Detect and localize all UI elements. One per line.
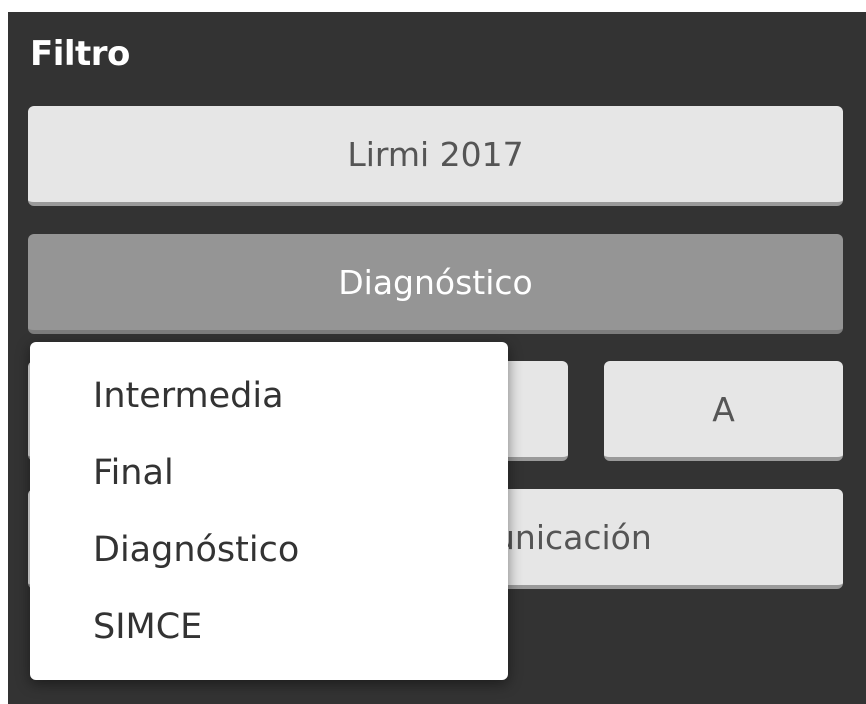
subject-filter-label: unicación [494, 517, 652, 557]
dropdown-item-label: SIMCE [93, 607, 203, 647]
dropdown-item-label: Final [93, 453, 174, 493]
course-filter-label: A [712, 389, 735, 429]
course-filter-button[interactable]: A [604, 361, 843, 461]
evaluation-type-filter-button[interactable]: Diagnóstico [28, 234, 843, 334]
dropdown-item-diagnostico[interactable]: Diagnóstico [30, 514, 508, 591]
year-filter-label: Lirmi 2017 [347, 134, 524, 174]
dropdown-item-intermedia[interactable]: Intermedia [30, 360, 508, 437]
year-filter-button[interactable]: Lirmi 2017 [28, 106, 843, 206]
dropdown-item-label: Diagnóstico [93, 530, 300, 570]
dropdown-item-final[interactable]: Final [30, 437, 508, 514]
filter-panel-title: Filtro [30, 34, 130, 74]
dropdown-item-simce[interactable]: SIMCE [30, 591, 508, 668]
evaluation-type-filter-label: Diagnóstico [338, 262, 533, 302]
dropdown-item-label: Intermedia [93, 376, 284, 416]
evaluation-type-dropdown-menu: Intermedia Final Diagnóstico SIMCE [30, 342, 508, 680]
